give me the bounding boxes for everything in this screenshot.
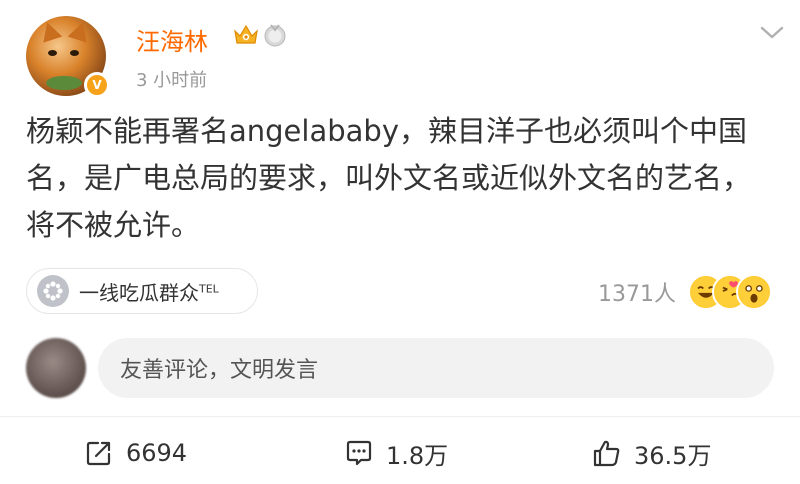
repost-icon bbox=[86, 441, 111, 466]
thumbs-up-icon bbox=[593, 440, 620, 467]
repost-button[interactable]: 6694 bbox=[84, 430, 187, 476]
topic-suffix: TEL bbox=[199, 281, 219, 295]
like-button[interactable]: 36.5万 bbox=[592, 430, 711, 476]
flower-icon bbox=[43, 281, 63, 301]
verified-v-icon: V bbox=[84, 72, 110, 98]
cat-eye bbox=[48, 50, 57, 56]
reaction-emojis bbox=[688, 274, 772, 310]
post-timestamp: 3 小时前 bbox=[136, 70, 208, 91]
comment-row: 友善评论，文明发言 bbox=[26, 338, 776, 398]
divider bbox=[0, 416, 800, 417]
crown-vip-icon[interactable] bbox=[232, 22, 260, 48]
current-user-avatar[interactable] bbox=[26, 338, 86, 398]
topic-name: 一线吃瓜群众 bbox=[79, 280, 199, 305]
topic-label: 一线吃瓜群众TEL bbox=[79, 277, 219, 306]
comment-count: 1.8万 bbox=[386, 441, 449, 470]
like-count: 36.5万 bbox=[634, 441, 712, 470]
cat-ear bbox=[37, 19, 63, 43]
post-header: V 汪海林 3 小时前 bbox=[26, 8, 786, 98]
post-content: 杨颖不能再署名angelababy，辣目洋子也必须叫个中国名，是广电总局的要求，… bbox=[26, 114, 752, 242]
author-username[interactable]: 汪海林 bbox=[136, 22, 208, 57]
cat-ear bbox=[67, 19, 93, 43]
comment-icon bbox=[346, 440, 372, 466]
reaction-summary[interactable]: 1371人 bbox=[598, 270, 772, 314]
leaf bbox=[46, 76, 82, 90]
shocked-emoji bbox=[736, 274, 772, 310]
cat-eye bbox=[70, 50, 79, 56]
medal-icon[interactable] bbox=[262, 22, 288, 48]
comment-input[interactable]: 友善评论，文明发言 bbox=[98, 338, 774, 398]
topic-chip[interactable]: 一线吃瓜群众TEL bbox=[26, 268, 258, 314]
action-bar: 6694 1.8万 36.5万 bbox=[0, 430, 800, 476]
comment-button[interactable]: 1.8万 bbox=[344, 430, 448, 476]
repost-count: 6694 bbox=[126, 439, 188, 467]
topic-icon bbox=[37, 275, 69, 307]
reaction-count: 1371人 bbox=[598, 282, 676, 307]
chevron-down-icon[interactable] bbox=[758, 22, 786, 42]
